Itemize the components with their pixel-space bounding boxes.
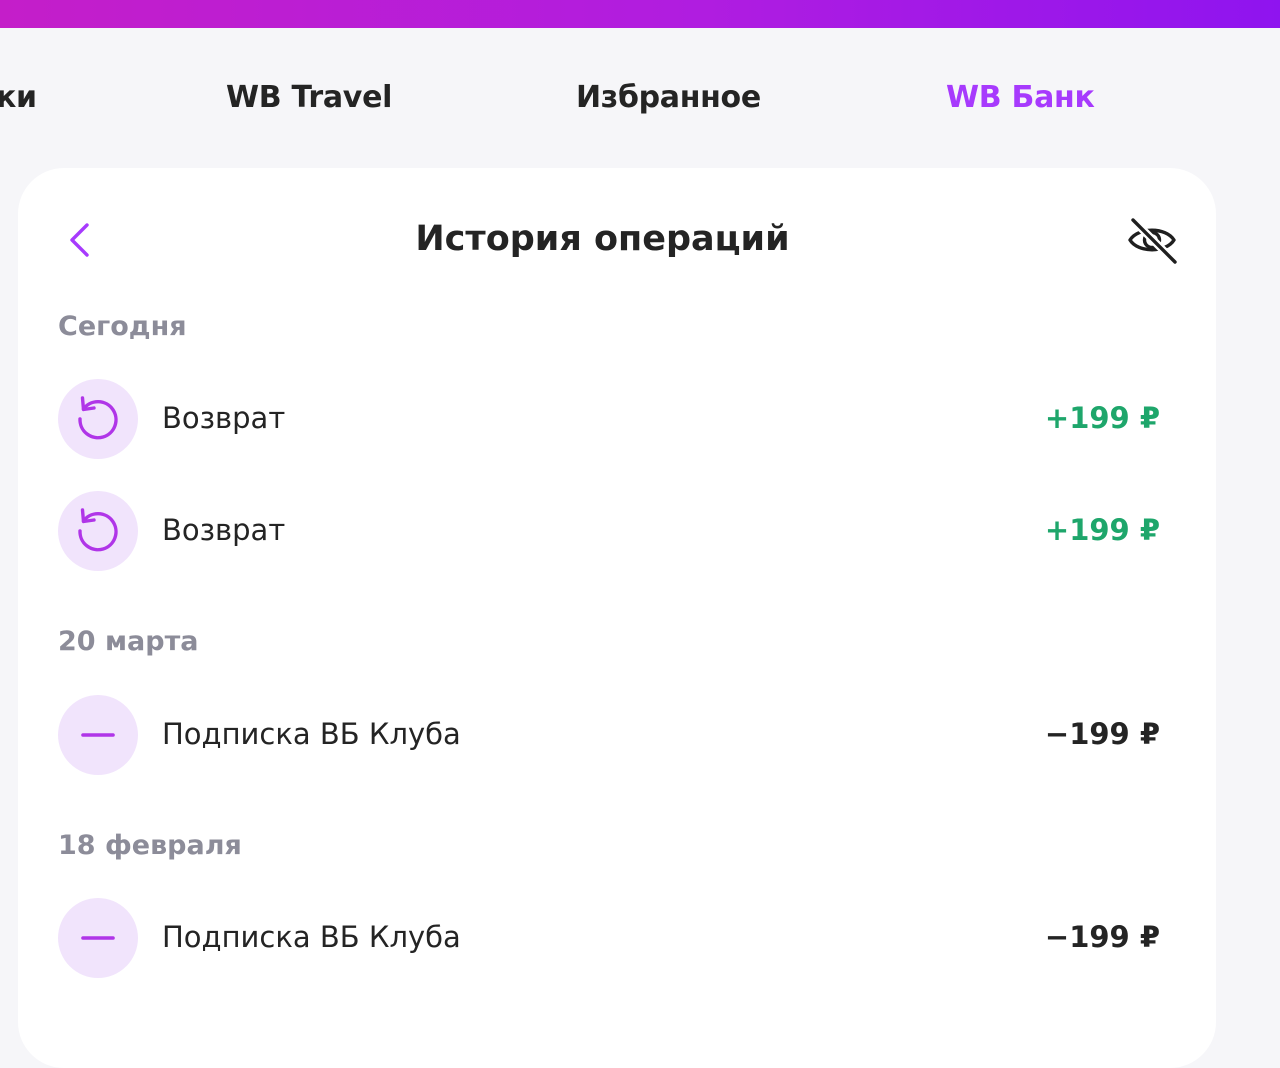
transaction-row[interactable]: Подписка ВБ Клуба −199 ₽ [58,898,1160,978]
transaction-title: Возврат [162,513,286,547]
transaction-amount: +199 ₽ [1044,513,1160,547]
eye-off-icon [1128,216,1179,266]
transaction-amount: −199 ₽ [1044,717,1160,751]
nav-tab-wb-bank[interactable]: WB Банк [946,80,1095,115]
chevron-left-icon [70,223,89,257]
nav-tab-wb-travel[interactable]: WB Travel [226,80,392,115]
minus-icon [58,898,138,978]
transaction-amount: +199 ₽ [1044,401,1160,435]
section-header-march-20: 20 марта [58,626,199,657]
refund-icon [58,491,138,571]
refund-icon [58,379,138,459]
page-title: История операций [415,219,790,259]
top-gradient-bar [0,0,1280,28]
transaction-title: Подписка ВБ Клуба [162,717,461,751]
back-button[interactable] [60,218,104,262]
nav-tab-favorites[interactable]: Избранное [576,80,761,115]
transaction-row[interactable]: Возврат +199 ₽ [58,491,1160,571]
transaction-row[interactable]: Подписка ВБ Клуба −199 ₽ [58,695,1160,775]
section-header-today: Сегодня [58,311,187,342]
transaction-title: Возврат [162,401,286,435]
minus-icon [58,695,138,775]
toggle-visibility-button[interactable] [1124,212,1180,268]
transaction-title: Подписка ВБ Клуба [162,920,461,954]
section-header-february-18: 18 февраля [58,830,242,861]
transaction-row[interactable]: Возврат +199 ₽ [58,379,1160,459]
nav-tab-partial[interactable]: ки [0,80,37,115]
transaction-amount: −199 ₽ [1044,920,1160,954]
